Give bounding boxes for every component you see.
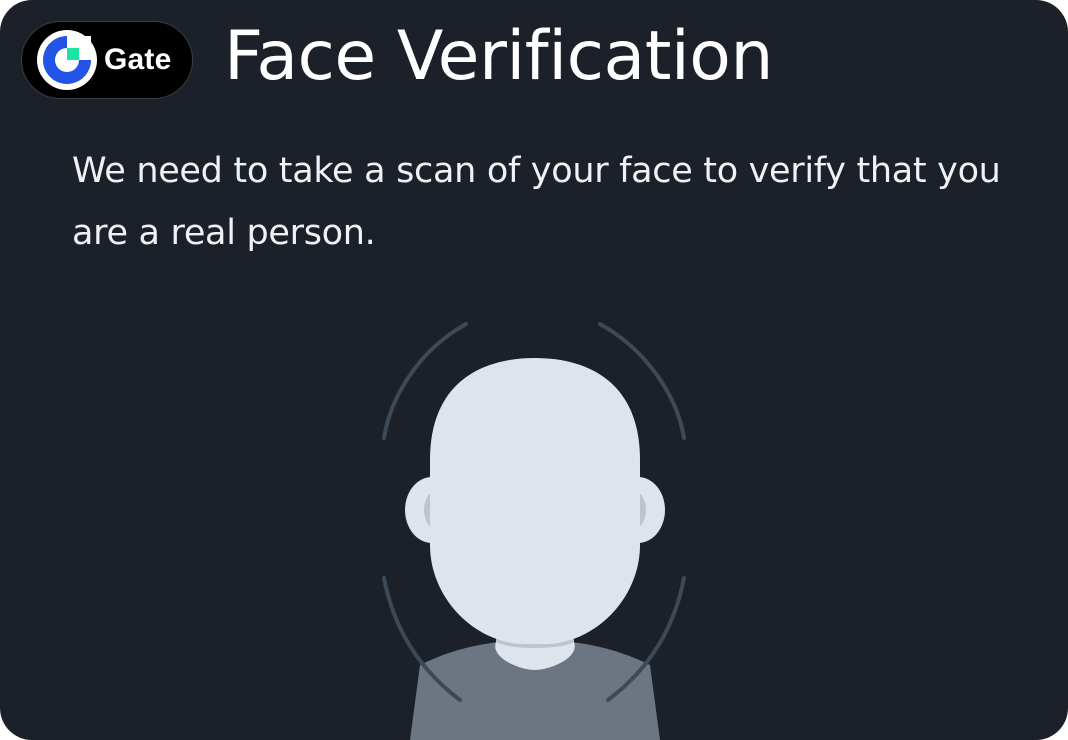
head-shape (430, 358, 640, 644)
brand-name: Gate (104, 43, 172, 76)
face-verification-card: Gate Face Verification We need to take a… (0, 0, 1068, 740)
face-scan-icon (382, 322, 686, 740)
gate-logo-icon (37, 30, 97, 90)
page-title: Face Verification (224, 17, 773, 96)
brand-badge: Gate (21, 21, 193, 99)
verification-description: We need to take a scan of your face to v… (72, 151, 1001, 253)
